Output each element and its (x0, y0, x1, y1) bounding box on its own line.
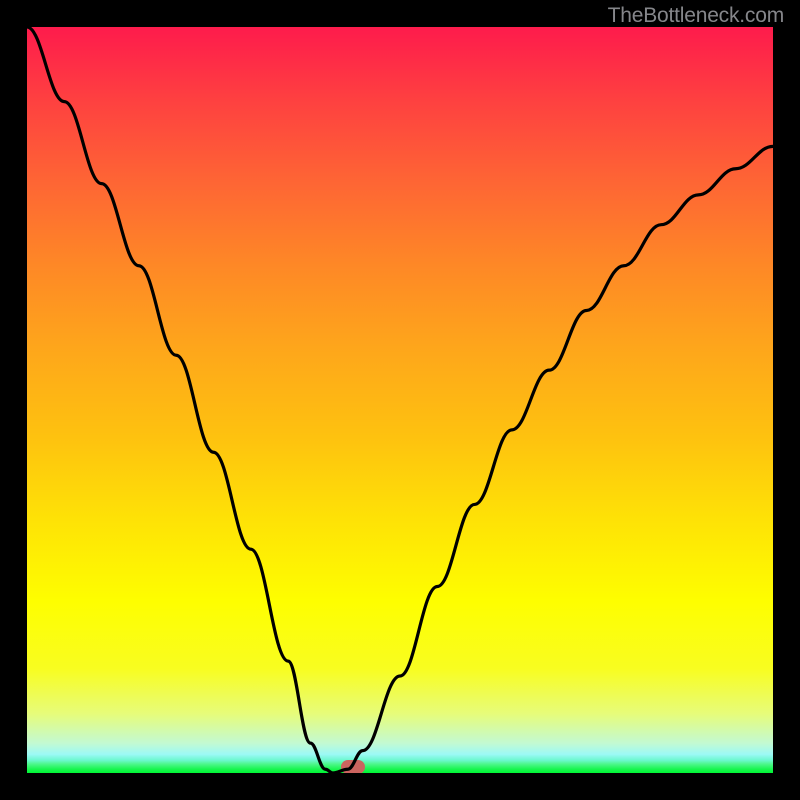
chart-background (27, 27, 773, 773)
minimum-marker (341, 760, 365, 774)
watermark-text: TheBottleneck.com (608, 4, 784, 28)
